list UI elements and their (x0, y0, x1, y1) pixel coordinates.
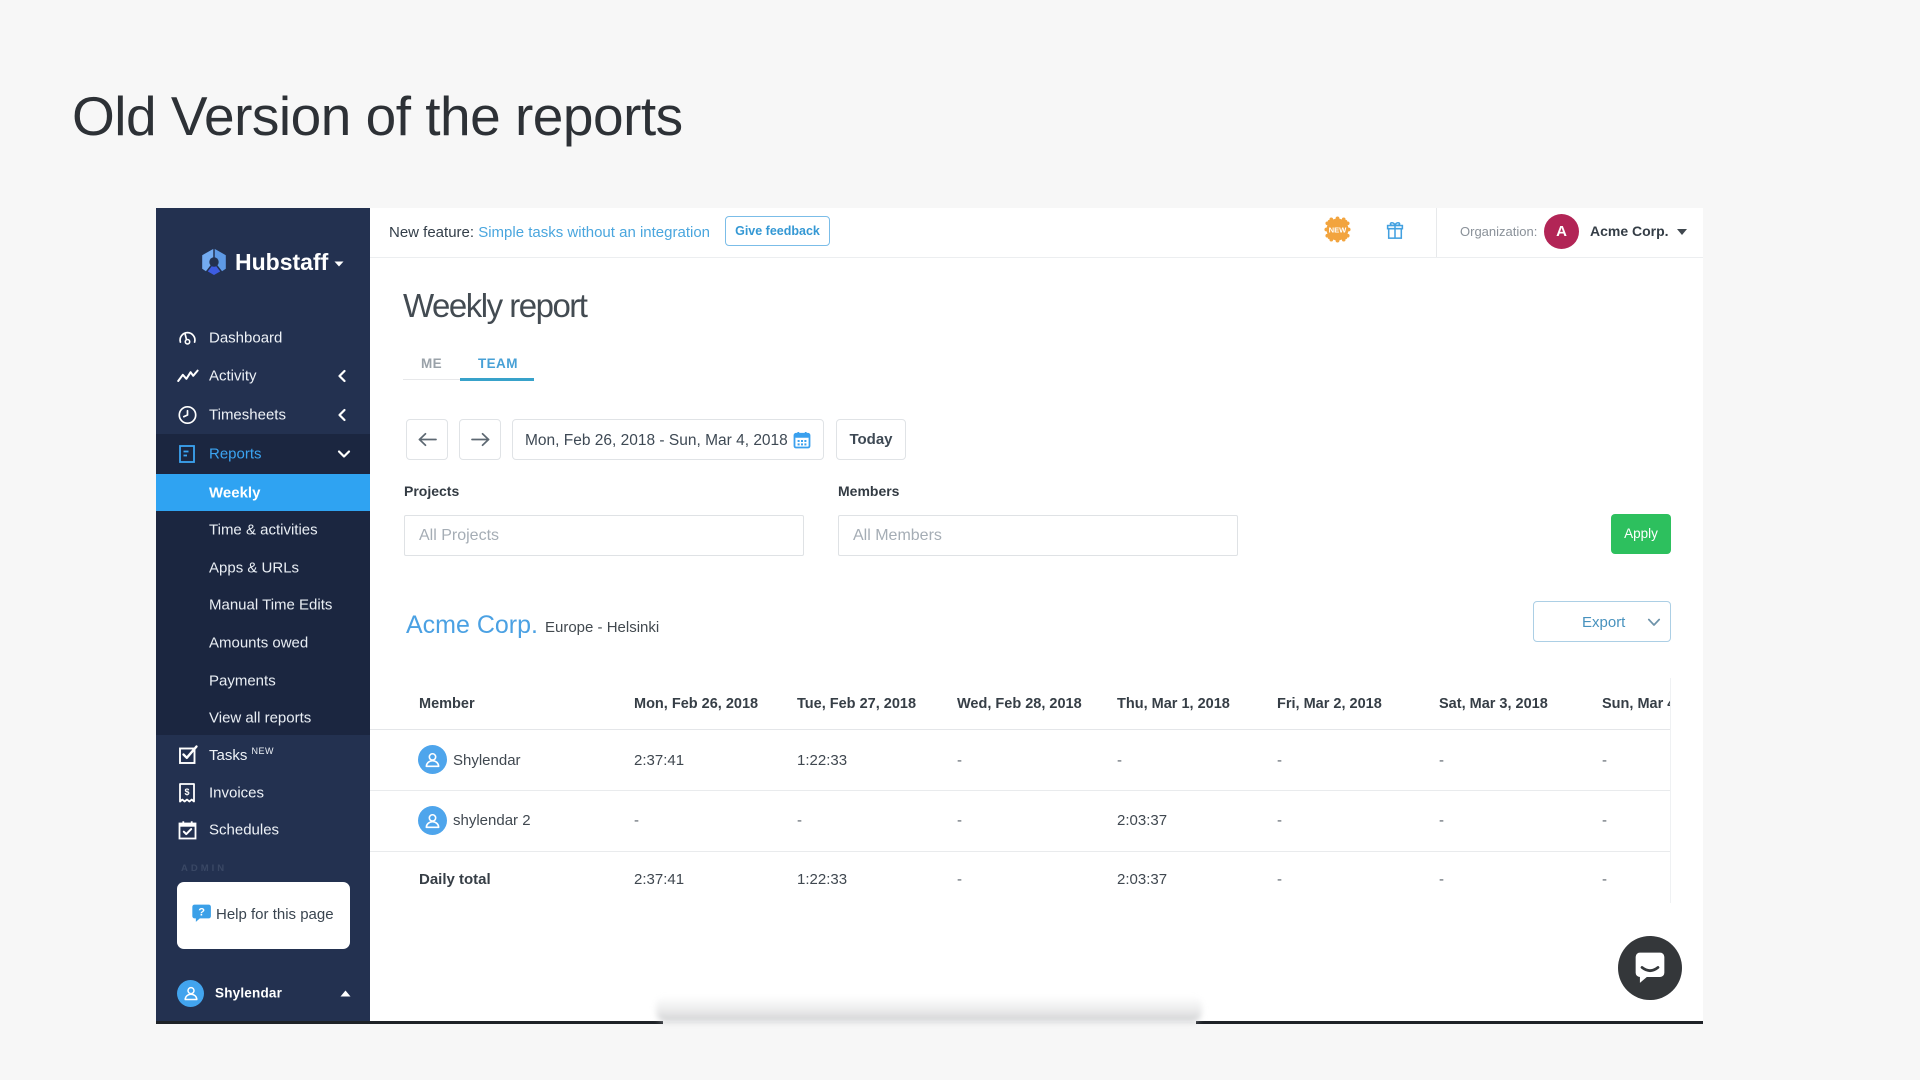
svg-text:$: $ (184, 787, 189, 797)
svg-text:NEW: NEW (1329, 226, 1348, 235)
svg-text:?: ? (198, 907, 205, 919)
